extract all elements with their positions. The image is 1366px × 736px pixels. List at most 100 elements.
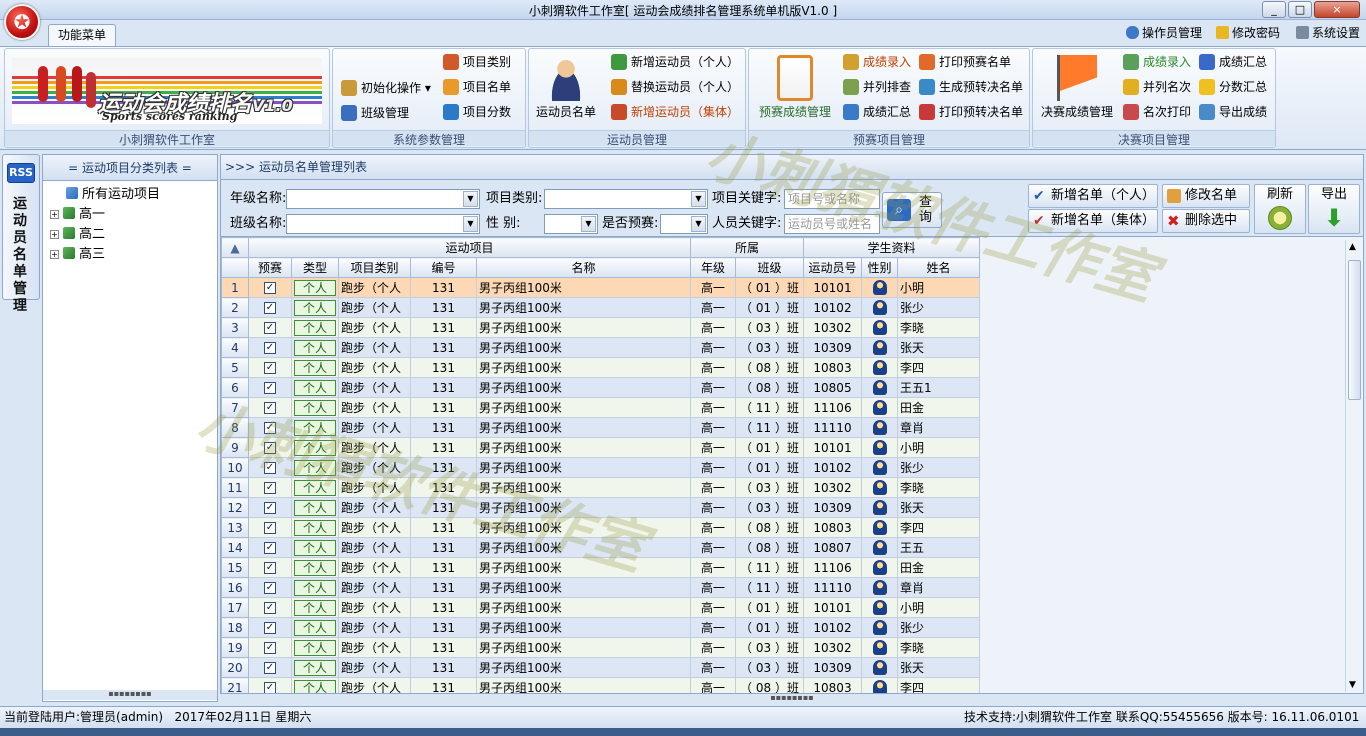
category-select[interactable]: ▼ (544, 189, 708, 209)
row-number[interactable]: 17 (221, 597, 249, 618)
prelim-checkbox-cell[interactable]: ✓ (248, 357, 292, 378)
prelim-checkbox-cell[interactable]: ✓ (248, 597, 292, 618)
final-summary-button[interactable]: 成绩汇总 (1197, 51, 1267, 73)
expand-icon[interactable]: + (50, 230, 59, 239)
prelim-checkbox[interactable]: ✓ (264, 442, 276, 454)
chevron-down-icon[interactable]: ▼ (463, 191, 478, 207)
tab-function-menu[interactable]: 功能菜单 (48, 24, 116, 46)
column-header-category[interactable]: 项目类别 (338, 257, 411, 278)
tie-rank-button[interactable]: 并列名次 (1121, 76, 1191, 98)
prelim-checkbox[interactable]: ✓ (264, 322, 276, 334)
replace-athlete-button[interactable]: 替换运动员（个人） (609, 76, 739, 98)
prelim-checkbox-cell[interactable]: ✓ (248, 457, 292, 478)
points-summary-button[interactable]: 分数汇总 (1197, 76, 1267, 98)
tree-root-all-items[interactable]: 所有运动项目 (66, 186, 160, 204)
row-number[interactable]: 20 (221, 657, 249, 678)
expand-icon[interactable]: + (50, 210, 59, 219)
prelim-checkbox-cell[interactable]: ✓ (248, 557, 292, 578)
table-row[interactable]: 11 ✓ 个人 跑步（个人 131 男子丙组100米 高一（ 03 ）班 10302 李晓 (221, 477, 980, 498)
add-athlete-individual-button[interactable]: 新增运动员（个人） (609, 51, 739, 73)
system-settings-link[interactable]: 系统设置 (1296, 24, 1360, 42)
class-select[interactable]: ▼ (286, 214, 480, 234)
edit-list-button[interactable]: 修改名单 (1162, 184, 1250, 208)
refresh-button[interactable]: 刷新 (1254, 184, 1306, 234)
operator-management-link[interactable]: 操作员管理 (1126, 24, 1202, 42)
column-header-athlete-id[interactable]: 运动员号 (803, 257, 862, 278)
prelim-checkbox[interactable]: ✓ (264, 382, 276, 394)
row-number[interactable]: 10 (221, 457, 249, 478)
column-header-gender[interactable]: 性别 (861, 257, 898, 278)
row-number[interactable]: 14 (221, 537, 249, 558)
rss-icon[interactable]: RSS (7, 163, 35, 183)
prelim-checkbox-cell[interactable]: ✓ (248, 337, 292, 358)
delete-selected-button[interactable]: ✖ 删除选中 (1162, 209, 1250, 233)
print-final-list-button[interactable]: 打印预转决名单 (917, 101, 1023, 123)
row-number[interactable]: 21 (221, 677, 249, 693)
table-row[interactable]: 1 ✓ 个人 跑步（个人 131 男子丙组100米 高一（ 01 ）班 10101 小明 (221, 277, 980, 298)
chevron-down-icon[interactable]: ▼ (581, 216, 596, 232)
prelim-checkbox[interactable]: ✓ (264, 562, 276, 574)
table-row[interactable]: 5 ✓ 个人 跑步（个人 131 男子丙组100米 高一（ 08 ）班 10803 李四 (221, 357, 980, 378)
column-header-prelim[interactable]: 预赛 (248, 257, 292, 278)
table-row[interactable]: 12 ✓ 个人 跑步（个人 131 男子丙组100米 高一（ 03 ）班 10309 张天 (221, 497, 980, 518)
rank-print-button[interactable]: 名次打印 (1121, 101, 1191, 123)
prelim-select[interactable]: ▼ (660, 214, 708, 234)
prelim-checkbox-cell[interactable]: ✓ (248, 617, 292, 638)
prelim-checkbox-cell[interactable]: ✓ (248, 377, 292, 398)
item-list-button[interactable]: 项目名单 (441, 76, 511, 98)
row-number[interactable]: 12 (221, 497, 249, 518)
prelim-checkbox-cell[interactable]: ✓ (248, 477, 292, 498)
table-row[interactable]: 21 ✓ 个人 跑步（个人 131 男子丙组100米 高一（ 08 ）班 10803 李四 (221, 677, 980, 693)
row-number[interactable]: 18 (221, 617, 249, 638)
prelim-checkbox[interactable]: ✓ (264, 362, 276, 374)
prelim-checkbox[interactable]: ✓ (264, 482, 276, 494)
print-prelim-list-button[interactable]: 打印预赛名单 (917, 51, 1011, 73)
tree-node-grade-3[interactable]: + 高三 (50, 246, 105, 264)
table-row[interactable]: 15 ✓ 个人 跑步（个人 131 男子丙组100米 高一（ 11 ）班 11106 田金 (221, 557, 980, 578)
prelim-checkbox[interactable]: ✓ (264, 622, 276, 634)
prelim-checkbox-cell[interactable]: ✓ (248, 297, 292, 318)
prelim-checkbox[interactable]: ✓ (264, 402, 276, 414)
prelim-checkbox-cell[interactable]: ✓ (248, 657, 292, 678)
tie-check-button[interactable]: 并列排查 (841, 76, 911, 98)
export-button[interactable]: 导出 ⬇ (1308, 184, 1360, 234)
add-list-team-button[interactable]: ✔ 新增名单（集体） (1028, 209, 1158, 233)
prelim-checkbox-cell[interactable]: ✓ (248, 397, 292, 418)
row-number[interactable]: 15 (221, 557, 249, 578)
final-score-management-button[interactable]: 决赛成绩管理 (1037, 55, 1117, 120)
row-number[interactable]: 16 (221, 577, 249, 598)
scrollbar-thumb[interactable] (1348, 260, 1361, 400)
athlete-list-button[interactable]: 运动员名单 (533, 55, 599, 120)
table-row[interactable]: 20 ✓ 个人 跑步（个人 131 男子丙组100米 高一（ 03 ）班 10309 张天 (221, 657, 980, 678)
class-management-button[interactable]: 班级管理 (339, 102, 409, 124)
column-header-class[interactable]: 班级 (735, 257, 804, 278)
gender-select[interactable]: ▼ (544, 214, 598, 234)
generate-final-list-button[interactable]: 生成预转决名单 (917, 76, 1023, 98)
chevron-down-icon[interactable]: ▼ (691, 191, 706, 207)
table-row[interactable]: 13 ✓ 个人 跑步（个人 131 男子丙组100米 高一（ 08 ）班 10803 李四 (221, 517, 980, 538)
prelim-checkbox-cell[interactable]: ✓ (248, 497, 292, 518)
prelim-checkbox[interactable]: ✓ (264, 302, 276, 314)
scroll-down-icon[interactable]: ▼ (1349, 680, 1356, 690)
prelim-checkbox[interactable]: ✓ (264, 422, 276, 434)
prelim-checkbox[interactable]: ✓ (264, 342, 276, 354)
item-keyword-input[interactable]: 项目号或名称 (784, 189, 880, 209)
table-row[interactable]: 4 ✓ 个人 跑步（个人 131 男子丙组100米 高一（ 03 ）班 10309 张天 (221, 337, 980, 358)
prelim-score-management-button[interactable]: 预赛成绩管理 (753, 55, 837, 120)
add-athlete-team-button[interactable]: 新增运动员（集体） (609, 101, 739, 123)
table-row[interactable]: 17 ✓ 个人 跑步（个人 131 男子丙组100米 高一（ 01 ）班 10101 小明 (221, 597, 980, 618)
prelim-checkbox[interactable]: ✓ (264, 542, 276, 554)
table-row[interactable]: 3 ✓ 个人 跑步（个人 131 男子丙组100米 高一（ 03 ）班 10302 李晓 (221, 317, 980, 338)
minimize-button[interactable]: _ (1262, 1, 1286, 18)
column-header-student-name[interactable]: 姓名 (897, 257, 980, 278)
row-number[interactable]: 1 (221, 277, 249, 298)
table-row[interactable]: 7 ✓ 个人 跑步（个人 131 男子丙组100米 高一（ 11 ）班 11106 田金 (221, 397, 980, 418)
prelim-checkbox-cell[interactable]: ✓ (248, 517, 292, 538)
column-header-type[interactable]: 类型 (291, 257, 339, 278)
row-number[interactable]: 6 (221, 377, 249, 398)
expand-icon[interactable]: + (50, 250, 59, 259)
row-number[interactable]: 2 (221, 297, 249, 318)
grid-splitter[interactable]: ▪▪▪▪▪▪▪▪ (220, 694, 1364, 704)
prelim-checkbox-cell[interactable]: ✓ (248, 577, 292, 598)
chevron-down-icon[interactable]: ▼ (691, 216, 706, 232)
